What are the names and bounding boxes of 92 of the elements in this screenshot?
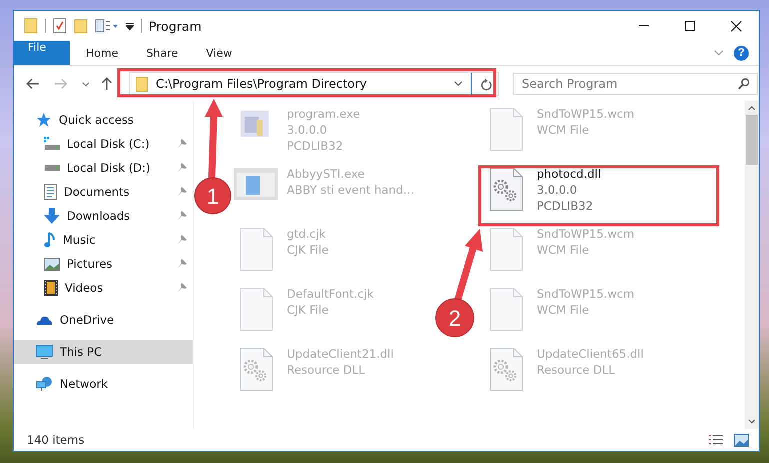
sidebar-label: Local Disk (D:) <box>67 161 151 175</box>
file-detail: CJK File <box>287 302 329 318</box>
properties-icon[interactable] <box>53 18 67 34</box>
sidebar-label: Documents <box>64 185 130 199</box>
details-view-icon[interactable] <box>708 434 724 446</box>
file-detail: WCM File <box>537 242 590 258</box>
blank-file-icon[interactable] <box>240 288 272 331</box>
file-detail: 3.0.0.0 <box>537 182 578 198</box>
sidebar-item[interactable]: Downloads <box>14 204 193 228</box>
ribbon-tab[interactable]: View <box>192 41 246 65</box>
chevron-down-icon[interactable] <box>454 81 463 87</box>
download-arrow-icon <box>44 208 60 224</box>
blank-file-icon[interactable] <box>490 108 522 151</box>
sidebar-label: Pictures <box>67 257 113 271</box>
file-detail: Resource DLL <box>537 362 616 378</box>
drive-icon <box>44 137 60 151</box>
expand-ribbon-icon[interactable] <box>714 50 724 56</box>
blank-file-icon[interactable] <box>490 228 522 271</box>
folder-icon <box>136 76 148 92</box>
ribbon-tab[interactable]: Home <box>72 41 132 65</box>
file-detail: PCDLIB32 <box>287 138 344 154</box>
item-count: 140 items <box>27 433 85 447</box>
sidebar-label: Local Disk (C:) <box>67 137 150 151</box>
file-detail: CJK File <box>287 242 329 258</box>
document-icon <box>44 184 57 200</box>
sidebar-item[interactable]: Music <box>14 228 193 252</box>
sidebar-label: Network <box>60 377 108 391</box>
file-detail: PCDLIB32 <box>537 198 594 214</box>
sidebar-item[interactable]: Documents <box>14 180 193 204</box>
scroll-thumb[interactable] <box>746 115 758 165</box>
view-dropdown-icon[interactable] <box>95 19 119 33</box>
window-title: Program <box>149 18 202 34</box>
scroll-down-icon[interactable] <box>748 419 756 424</box>
folder-icon[interactable] <box>74 18 88 34</box>
file-name[interactable]: photocd.dll <box>537 166 602 182</box>
sidebar-item[interactable]: Local Disk (C:) <box>14 132 193 156</box>
step-badge <box>194 178 232 214</box>
address-bar[interactable]: C:\Program Files\Program Directory <box>129 72 499 96</box>
search-field[interactable]: Search Program <box>513 73 758 95</box>
scrollbar[interactable] <box>745 101 759 429</box>
sidebar-label: Quick access <box>59 113 134 127</box>
callout-arrow <box>454 229 483 301</box>
sidebar-item[interactable]: Videos <box>14 276 193 300</box>
network-icon <box>36 376 53 392</box>
film-icon <box>44 280 58 296</box>
sidebar-label: This PC <box>60 345 102 359</box>
folder-icon[interactable] <box>24 18 38 34</box>
gear-file-icon[interactable] <box>240 348 272 391</box>
large-icons-view-icon[interactable] <box>734 434 749 446</box>
sidebar-item[interactable]: Local Disk (D:) <box>14 156 193 180</box>
up-arrow-icon[interactable] <box>101 77 113 91</box>
sidebar-item[interactable]: Network <box>14 372 193 396</box>
file-detail: WCM File <box>537 122 590 138</box>
step-number: 2 <box>448 306 462 331</box>
help-button[interactable]: ? <box>734 46 749 60</box>
sidebar-label: OneDrive <box>60 313 114 327</box>
drive-icon <box>44 165 60 171</box>
forward-arrow-icon[interactable] <box>54 78 68 90</box>
file-detail: ABBY sti event hand... <box>287 182 414 198</box>
blank-file-icon[interactable] <box>240 228 272 271</box>
customize-toolbar-icon[interactable] <box>126 21 134 31</box>
file-detail: 3.0.0.0 <box>287 122 328 138</box>
ribbon-tab[interactable]: Share <box>132 41 192 65</box>
sidebar-label: Videos <box>65 281 104 295</box>
picture-icon <box>44 258 60 270</box>
step-badge <box>436 298 474 338</box>
music-note-icon <box>44 232 56 248</box>
monitor-icon <box>36 344 53 360</box>
close-icon <box>730 20 742 32</box>
refresh-icon[interactable] <box>480 78 492 90</box>
gear-file-icon[interactable] <box>490 348 522 391</box>
scroll-up-icon[interactable] <box>748 106 756 111</box>
window-icon[interactable] <box>234 168 278 200</box>
gear-file-icon[interactable] <box>490 168 522 211</box>
file-detail: Resource DLL <box>287 362 366 378</box>
sidebar-label: Music <box>63 233 96 247</box>
back-arrow-icon[interactable] <box>26 78 40 90</box>
star-icon <box>36 112 52 128</box>
step-number: 1 <box>206 184 220 209</box>
address-path: C:\Program Files\Program Directory <box>156 77 368 91</box>
sidebar-item[interactable]: Quick access <box>14 108 193 132</box>
sidebar-item[interactable]: Pictures <box>14 252 193 276</box>
recent-locations-icon[interactable] <box>82 82 90 86</box>
minimize-icon <box>639 25 649 27</box>
sidebar-label: Downloads <box>67 209 130 223</box>
maximize-icon <box>685 21 695 31</box>
sidebar-item[interactable]: This PC <box>14 340 193 364</box>
file-detail: WCM File <box>537 302 590 318</box>
blank-file-icon[interactable] <box>490 288 522 331</box>
search-icon <box>738 78 750 90</box>
sidebar-item[interactable]: OneDrive <box>14 308 193 332</box>
cloud-icon <box>36 314 53 326</box>
